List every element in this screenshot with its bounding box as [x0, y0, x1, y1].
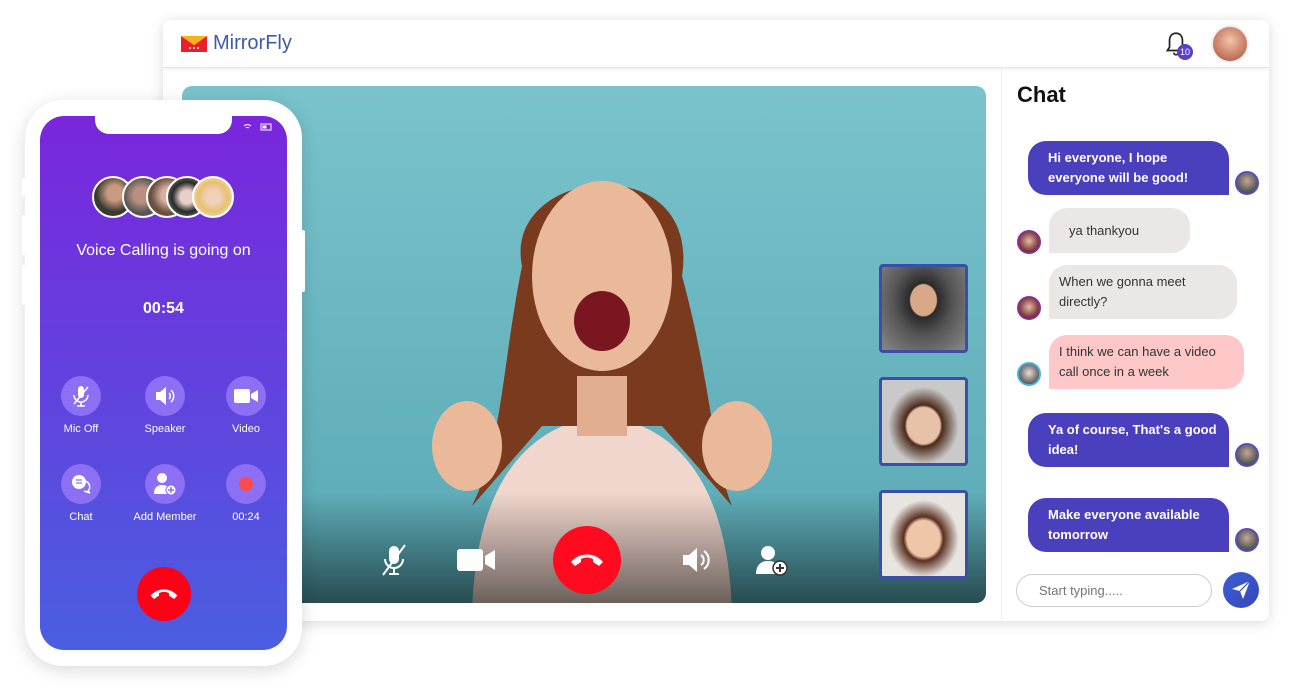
- chat-message-outgoing: Hi everyone, I hope everyone will be goo…: [1028, 141, 1229, 195]
- mic-off-button[interactable]: Mic Off: [46, 376, 116, 435]
- status-icons: [243, 123, 272, 131]
- hang-up-icon: [571, 554, 603, 566]
- sender-avatar: [1235, 443, 1259, 467]
- speaker-button[interactable]: Speaker: [130, 376, 200, 435]
- button-label: Add Member: [133, 511, 197, 523]
- chat-message-outgoing: Ya of course, That's a good idea!: [1028, 413, 1229, 467]
- message-input[interactable]: [1016, 574, 1212, 607]
- sender-avatar: [1017, 230, 1041, 254]
- participant-thumbnail-3[interactable]: [879, 490, 968, 579]
- chat-message-incoming: ya thankyou: [1049, 208, 1190, 253]
- video-icon: [234, 389, 258, 403]
- chat-icon: [72, 475, 91, 494]
- video-toggle-button[interactable]: [457, 548, 495, 572]
- phone-screen: Voice Calling is going on 00:54 Mic Off …: [40, 116, 287, 650]
- participant-thumbnail-1[interactable]: [879, 264, 968, 353]
- mobile-phone: Voice Calling is going on 00:54 Mic Off …: [22, 100, 305, 666]
- participant-thumbnail-2[interactable]: [879, 377, 968, 466]
- logo-icon: [181, 35, 207, 52]
- chat-title: Chat: [1017, 82, 1066, 107]
- brand-name: MirrorFly: [213, 32, 292, 54]
- phone-side-button: [22, 215, 27, 255]
- call-timer: 00:54: [143, 300, 184, 317]
- video-button[interactable]: Video: [211, 376, 281, 435]
- button-label: Video: [232, 423, 260, 435]
- end-call-button[interactable]: [553, 526, 621, 594]
- add-member-button[interactable]: [756, 544, 788, 576]
- send-icon: [1232, 580, 1251, 599]
- chat-message-incoming: When we gonna meet directly?: [1049, 265, 1237, 319]
- button-label: Mic Off: [63, 423, 99, 435]
- sender-avatar: [1235, 528, 1259, 552]
- chat-button[interactable]: Chat: [46, 464, 116, 523]
- record-icon: [239, 477, 253, 491]
- sender-avatar: [1017, 362, 1041, 386]
- phone-notch: [95, 116, 232, 134]
- sender-avatar: [1235, 171, 1259, 195]
- top-bar: MirrorFly 10: [163, 20, 1269, 68]
- logo: MirrorFly: [181, 32, 292, 55]
- add-member-button[interactable]: Add Member: [130, 464, 200, 523]
- sender-avatar: [1017, 296, 1041, 320]
- phone-side-button: [22, 265, 27, 305]
- button-label: Speaker: [144, 423, 186, 435]
- add-member-icon: [154, 473, 177, 496]
- chat-message-outgoing: Make everyone available tomorrow: [1028, 498, 1229, 552]
- notification-badge: 10: [1177, 44, 1193, 60]
- speaker-icon: [156, 387, 175, 405]
- participant-avatars: [92, 176, 242, 220]
- participant-avatar: [192, 176, 234, 218]
- mic-off-icon: [73, 386, 89, 407]
- hang-up-icon: [150, 589, 178, 599]
- mic-off-button[interactable]: [379, 543, 409, 577]
- end-call-button[interactable]: [137, 567, 191, 621]
- user-avatar[interactable]: [1211, 25, 1249, 63]
- record-timer: 00:24: [232, 511, 260, 523]
- desktop-window: MirrorFly 10 Chat Hi everyone, I hope ev…: [163, 20, 1269, 621]
- phone-side-button: [300, 230, 305, 292]
- phone-side-button: [22, 178, 27, 196]
- record-button[interactable]: 00:24: [211, 464, 281, 523]
- speaker-button[interactable]: [681, 546, 711, 574]
- chat-message-incoming: I think we can have a video call once in…: [1049, 335, 1244, 389]
- video-call-area: [182, 86, 986, 603]
- button-label: Chat: [69, 511, 93, 523]
- call-status: Voice Calling is going on: [76, 242, 251, 259]
- chat-panel: Chat Hi everyone, I hope everyone will b…: [1001, 68, 1269, 621]
- send-button[interactable]: [1223, 572, 1259, 608]
